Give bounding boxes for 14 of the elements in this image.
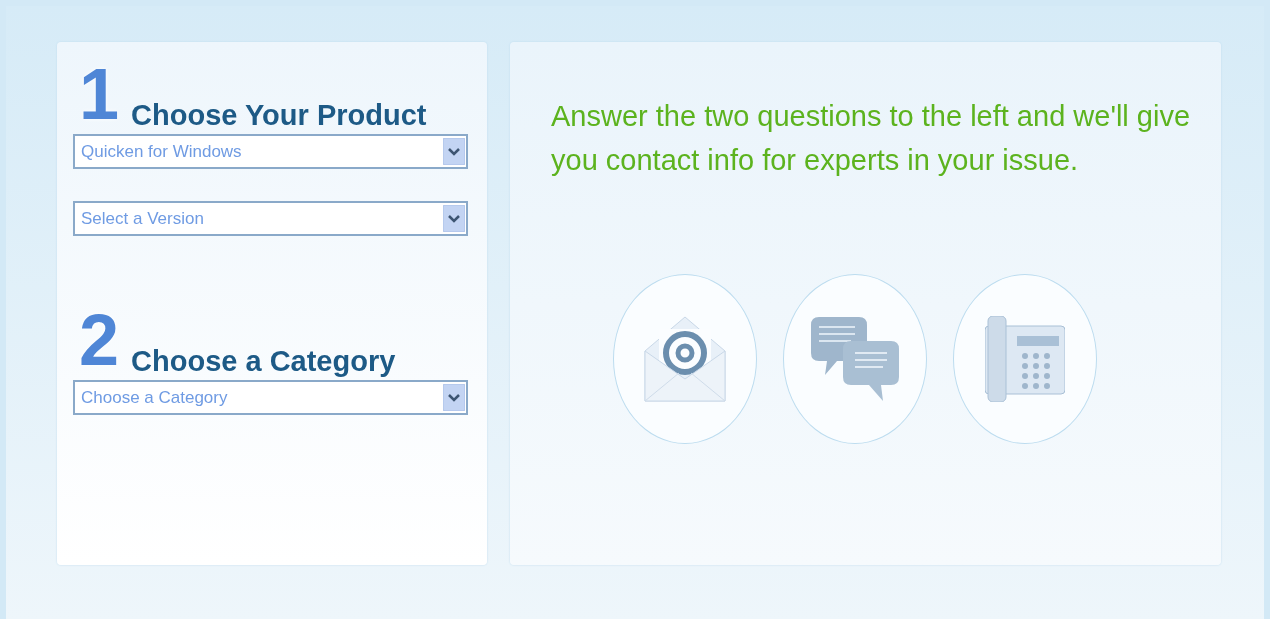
chevron-down-icon [443,384,465,411]
chevron-down-icon [443,138,465,165]
step-number: 1 [79,58,120,130]
dropdown-select[interactable]: Choose a Category [73,380,468,415]
step-number: 2 [79,304,120,376]
instruction-text: Answer the two questions to the left and we'll give you contact info for experts in your issue. [551,99,1191,178]
chevron-down-icon [443,205,465,232]
step-heading: Choose a Category [131,344,396,378]
dropdown-select[interactable]: Quicken for Windows [73,134,468,169]
chat-bubbles-icon [811,317,899,401]
step-heading: Choose Your Product [131,98,427,132]
desk-phone-icon [985,316,1065,402]
dropdown-select[interactable]: Select a Version [73,201,468,236]
envelope-icon [643,315,727,403]
